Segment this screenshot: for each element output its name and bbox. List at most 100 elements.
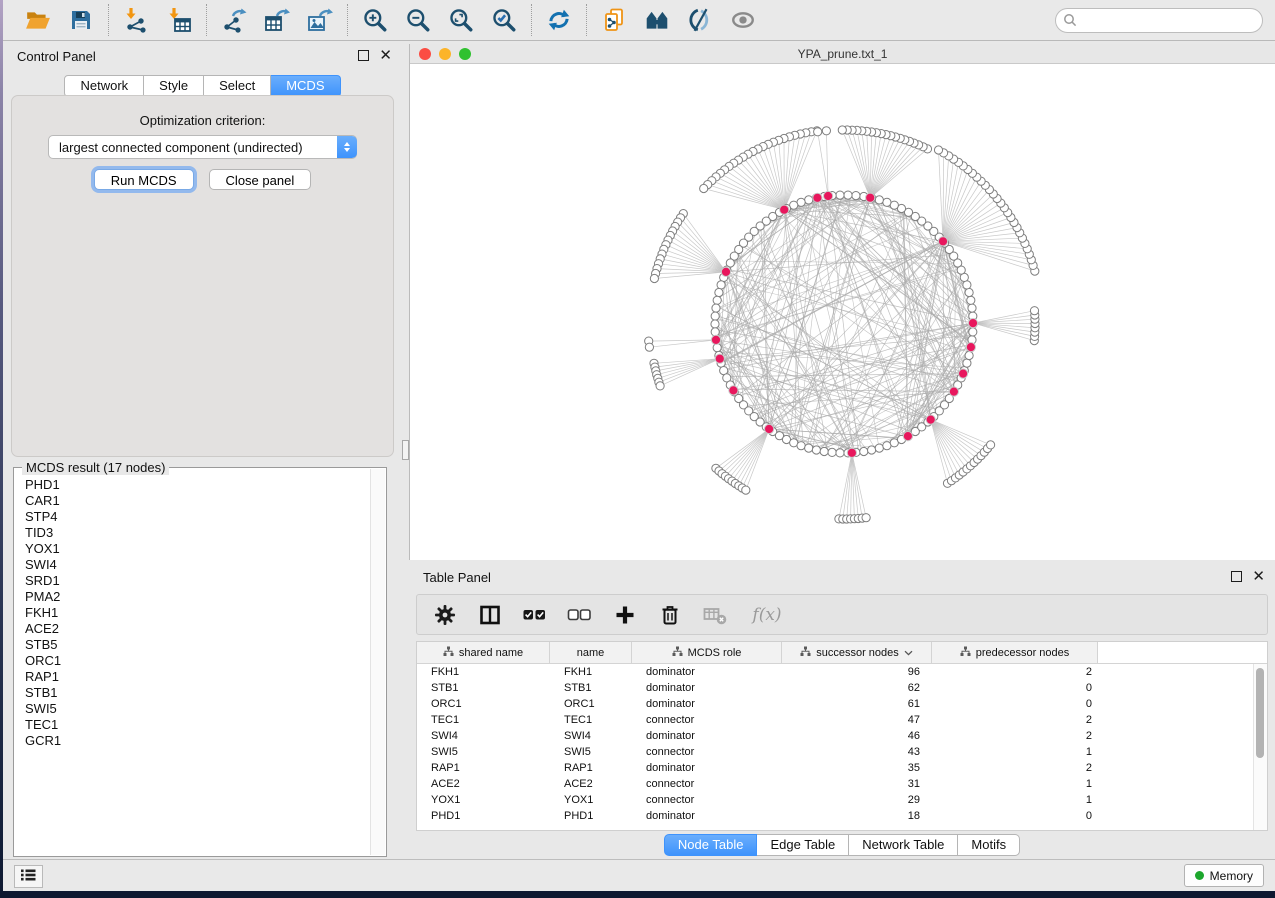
cell-predecessors: 1 — [932, 794, 1098, 806]
list-item[interactable]: RAP1 — [25, 669, 369, 685]
network-graph[interactable] — [410, 64, 1275, 560]
tab-node-table[interactable]: Node Table — [664, 834, 758, 856]
export-network-icon[interactable] — [220, 6, 248, 34]
cell-role: dominator — [632, 698, 782, 710]
table-row[interactable]: ACE2ACE2connector311 — [417, 776, 1267, 792]
task-history-button[interactable] — [14, 865, 43, 888]
run-mcds-button[interactable]: Run MCDS — [94, 169, 194, 190]
table-body: FKH1FKH1dominator962STB1STB1dominator620… — [417, 664, 1267, 824]
table-row[interactable]: STB1STB1dominator620 — [417, 680, 1267, 696]
table-panel-title: Table Panel — [423, 570, 491, 585]
tab-edge-table[interactable]: Edge Table — [757, 834, 849, 856]
list-item[interactable]: FKH1 — [25, 605, 369, 621]
eye-icon[interactable] — [729, 6, 757, 34]
list-item[interactable]: ORC1 — [25, 653, 369, 669]
binoculars-icon[interactable] — [643, 6, 671, 34]
tab-select[interactable]: Select — [204, 75, 271, 97]
clone-network-icon[interactable] — [600, 6, 628, 34]
cell-predecessors: 2 — [932, 762, 1098, 774]
list-item[interactable]: YOX1 — [25, 541, 369, 557]
refresh-icon[interactable] — [545, 6, 573, 34]
cell-role: connector — [632, 778, 782, 790]
cell-role: dominator — [632, 682, 782, 694]
add-icon[interactable] — [612, 602, 638, 628]
list-item[interactable]: GCR1 — [25, 733, 369, 749]
list-item[interactable]: SRD1 — [25, 573, 369, 589]
save-icon[interactable] — [67, 6, 95, 34]
import-table-icon[interactable] — [165, 6, 193, 34]
search-input[interactable] — [1055, 8, 1263, 33]
table-row[interactable]: PHD1PHD1dominator180 — [417, 808, 1267, 824]
tab-network-table[interactable]: Network Table — [849, 834, 958, 856]
list-item[interactable]: SWI5 — [25, 701, 369, 717]
import-network-icon[interactable] — [122, 6, 150, 34]
close-panel-icon[interactable]: ✕ — [379, 50, 392, 61]
cell-role: dominator — [632, 810, 782, 822]
optimization-criterion-select[interactable]: largest connected component (undirected) — [48, 135, 357, 159]
list-item[interactable]: PHD1 — [25, 477, 369, 493]
cell-successors: 35 — [782, 762, 932, 774]
close-panel-button[interactable]: Close panel — [209, 169, 312, 190]
cell-shared-name: ACE2 — [417, 778, 550, 790]
zoom-selected-icon[interactable] — [490, 6, 518, 34]
select-all-icon[interactable] — [522, 602, 548, 628]
split-divider-grabber[interactable] — [402, 440, 409, 460]
close-panel-icon[interactable]: ✕ — [1252, 571, 1265, 582]
column-header-predecessor-nodes[interactable]: predecessor nodes — [932, 642, 1098, 663]
column-header-successor-nodes[interactable]: successor nodes — [782, 642, 932, 663]
cell-role: connector — [632, 714, 782, 726]
deselect-all-icon[interactable] — [567, 602, 593, 628]
tab-style[interactable]: Style — [144, 75, 204, 97]
table-scrollbar[interactable] — [1253, 664, 1267, 830]
float-panel-icon[interactable] — [1231, 571, 1242, 582]
result-list-scrollbar[interactable] — [370, 469, 385, 855]
cell-predecessors: 0 — [932, 682, 1098, 694]
list-item[interactable]: TEC1 — [25, 717, 369, 733]
trash-icon[interactable] — [657, 602, 683, 628]
table-row[interactable]: YOX1YOX1connector291 — [417, 792, 1267, 808]
open-folder-icon[interactable] — [24, 6, 52, 34]
list-item[interactable]: STB5 — [25, 637, 369, 653]
zoom-in-icon[interactable] — [361, 6, 389, 34]
hide-visibility-icon[interactable] — [686, 6, 714, 34]
float-panel-icon[interactable] — [358, 50, 369, 61]
memory-button[interactable]: Memory — [1184, 864, 1264, 887]
table-row[interactable]: FKH1FKH1dominator962 — [417, 664, 1267, 680]
gear-icon[interactable] — [432, 602, 458, 628]
delete-table-icon — [702, 602, 728, 628]
network-canvas[interactable] — [410, 64, 1275, 560]
zoom-out-icon[interactable] — [404, 6, 432, 34]
cell-successors: 62 — [782, 682, 932, 694]
cell-name: SWI4 — [550, 730, 632, 742]
column-header-mcds-role[interactable]: MCDS role — [632, 642, 782, 663]
table-row[interactable]: TEC1TEC1connector472 — [417, 712, 1267, 728]
tab-mcds[interactable]: MCDS — [271, 75, 340, 97]
list-item[interactable]: CAR1 — [25, 493, 369, 509]
export-image-icon[interactable] — [306, 6, 334, 34]
cell-predecessors: 2 — [932, 714, 1098, 726]
show-columns-icon[interactable] — [477, 602, 503, 628]
list-item[interactable]: ACE2 — [25, 621, 369, 637]
control-panel-tabs: NetworkStyleSelectMCDS — [3, 75, 402, 97]
list-item[interactable]: STP4 — [25, 509, 369, 525]
column-header-name[interactable]: name — [550, 642, 632, 663]
table-row[interactable]: ORC1ORC1dominator610 — [417, 696, 1267, 712]
table-scrollbar-thumb[interactable] — [1256, 668, 1264, 758]
table-row[interactable]: SWI4SWI4dominator462 — [417, 728, 1267, 744]
list-item[interactable]: TID3 — [25, 525, 369, 541]
search-box — [1055, 8, 1263, 33]
cell-name: ORC1 — [550, 698, 632, 710]
table-row[interactable]: RAP1RAP1dominator352 — [417, 760, 1267, 776]
mcds-result-title: MCDS result (17 nodes) — [22, 460, 169, 475]
column-header-shared-name[interactable]: shared name — [417, 642, 550, 663]
list-item[interactable]: SWI4 — [25, 557, 369, 573]
list-item[interactable]: PMA2 — [25, 589, 369, 605]
cell-successors: 43 — [782, 746, 932, 758]
list-item[interactable]: STB1 — [25, 685, 369, 701]
tab-motifs[interactable]: Motifs — [958, 834, 1020, 856]
export-table-icon[interactable] — [263, 6, 291, 34]
table-row[interactable]: SWI5SWI5connector431 — [417, 744, 1267, 760]
tab-network[interactable]: Network — [64, 75, 144, 97]
tree-hierarchy-icon — [960, 646, 971, 660]
zoom-fit-icon[interactable] — [447, 6, 475, 34]
